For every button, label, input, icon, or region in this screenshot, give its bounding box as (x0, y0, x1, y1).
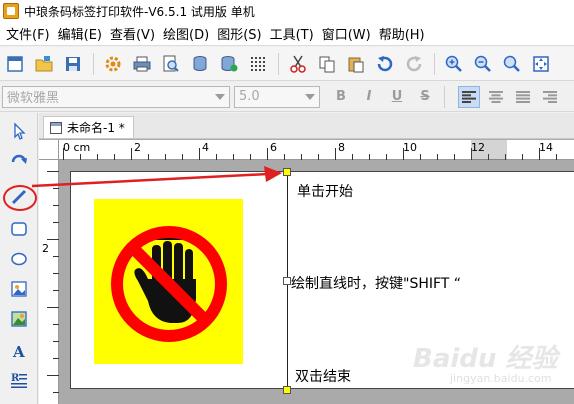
watermark-logo: Baidu 经验 (413, 344, 558, 374)
menu-tools[interactable]: 工具(T) (268, 24, 320, 43)
database-icon[interactable] (189, 53, 211, 75)
open-icon[interactable] (33, 53, 55, 75)
text-icon[interactable]: A (7, 339, 31, 363)
line-start-handle[interactable] (283, 168, 291, 176)
align-center-icon (489, 90, 503, 103)
ruler-label: 2 (134, 141, 141, 154)
align-right-icon (543, 90, 557, 103)
menu-file[interactable]: 文件(F) (4, 24, 56, 43)
zoom-fit-icon[interactable] (501, 53, 523, 75)
ruler-label: 12 (471, 141, 485, 154)
save-icon[interactable] (62, 53, 84, 75)
rich-text-icon[interactable]: R (7, 368, 31, 392)
print-preview-icon[interactable] (160, 53, 182, 75)
menu-view[interactable]: 查看(V) (108, 24, 161, 43)
database-settings-icon[interactable] (218, 53, 240, 75)
window-title: 中琅条码标签打印软件-V6.5.1 试用版 单机 (24, 4, 255, 19)
align-left-button[interactable] (458, 85, 480, 108)
new-icon[interactable] (4, 53, 26, 75)
tab-document[interactable]: 未命名-1 * (43, 116, 134, 138)
menu-draw[interactable]: 绘图(D) (161, 24, 215, 43)
no-entry-sign-image[interactable] (94, 199, 243, 364)
paste-icon[interactable] (345, 53, 367, 75)
grid-icon[interactable] (247, 53, 269, 75)
vertical-ruler: 2 (39, 160, 59, 404)
undo-icon[interactable] (374, 53, 396, 75)
ruler-corner (39, 140, 59, 160)
ruler-label: 4 (202, 141, 209, 154)
format-toolbar: 微软雅黑 5.0 B I U S (0, 82, 574, 112)
chevron-down-icon (215, 93, 225, 100)
toolbar-separator (93, 52, 94, 75)
strikethrough-button[interactable]: S (414, 86, 436, 108)
align-justify-icon (516, 90, 530, 103)
annotation-start-text: 单击开始 (297, 184, 353, 200)
underline-button[interactable]: U (386, 86, 408, 108)
stop-hand-icon (110, 225, 227, 342)
print-icon[interactable] (131, 53, 153, 75)
svg-text:A: A (12, 343, 25, 360)
font-name-select[interactable]: 微软雅黑 (2, 85, 230, 108)
main-toolbar (0, 47, 574, 81)
title-bar: 中琅条码标签打印软件-V6.5.1 试用版 单机 (0, 0, 574, 22)
align-right-button[interactable] (539, 86, 561, 108)
fit-page-icon[interactable] (530, 53, 552, 75)
line-end-handle[interactable] (283, 386, 291, 394)
settings-icon[interactable] (102, 53, 124, 75)
chevron-down-icon (305, 93, 315, 100)
menu-edit[interactable]: 编辑(E) (56, 24, 108, 43)
menu-window[interactable]: 窗口(W) (320, 24, 377, 43)
toolbar-separator (434, 52, 435, 75)
toolbar-separator (444, 85, 445, 108)
drawing-toolbar: A R (0, 113, 38, 404)
font-size-value: 5.0 (239, 89, 260, 104)
image-icon[interactable] (7, 277, 31, 301)
annotation-shift-text: 绘制直线时，按键"SHIFT “ (291, 276, 462, 292)
bold-button[interactable]: B (330, 86, 352, 108)
app-logo-icon (3, 3, 19, 19)
picture-icon[interactable] (7, 307, 31, 331)
line-mid-handle[interactable] (283, 277, 291, 285)
align-center-button[interactable] (485, 86, 507, 108)
ellipse-icon[interactable] (7, 247, 31, 271)
rounded-rect-icon[interactable] (7, 217, 31, 241)
ruler-unit-label: 0 cm (63, 141, 91, 154)
ruler-label: 2 (42, 242, 49, 255)
menu-help[interactable]: 帮助(H) (377, 24, 431, 43)
cut-icon[interactable] (287, 53, 309, 75)
align-justify-button[interactable] (512, 86, 534, 108)
redo-icon[interactable] (403, 53, 425, 75)
align-left-icon (462, 90, 476, 103)
menu-bar: 文件(F) 编辑(E) 查看(V) 绘图(D) 图形(S) 工具(T) 窗口(W… (0, 22, 574, 46)
pointer-icon[interactable] (7, 119, 31, 143)
toolbar-separator (278, 52, 279, 75)
zoom-in-icon[interactable] (443, 53, 465, 75)
font-size-select[interactable]: 5.0 (234, 85, 320, 108)
italic-button[interactable]: I (358, 86, 380, 108)
ruler-label: 10 (403, 141, 417, 154)
ruler-label: 8 (338, 141, 345, 154)
ruler-label: 6 (270, 141, 277, 154)
zoom-out-icon[interactable] (472, 53, 494, 75)
rotate-icon[interactable] (7, 147, 31, 171)
horizontal-ruler: 0 cm 2 4 6 8 10 12 14 (59, 140, 574, 160)
watermark-url: jingyan.baidu.com (450, 372, 552, 385)
tab-label: 未命名-1 * (67, 121, 125, 135)
document-icon (50, 121, 62, 134)
menu-shape[interactable]: 图形(S) (215, 24, 267, 43)
highlight-circle (3, 185, 37, 211)
copy-icon[interactable] (316, 53, 338, 75)
ruler-ticks (47, 171, 59, 393)
ruler-label: 14 (539, 141, 553, 154)
svg-text:R: R (11, 373, 20, 384)
font-name-value: 微软雅黑 (7, 91, 60, 106)
document-tab-bar: 未命名-1 * (39, 113, 574, 139)
annotation-end-text: 双击结束 (295, 369, 351, 385)
